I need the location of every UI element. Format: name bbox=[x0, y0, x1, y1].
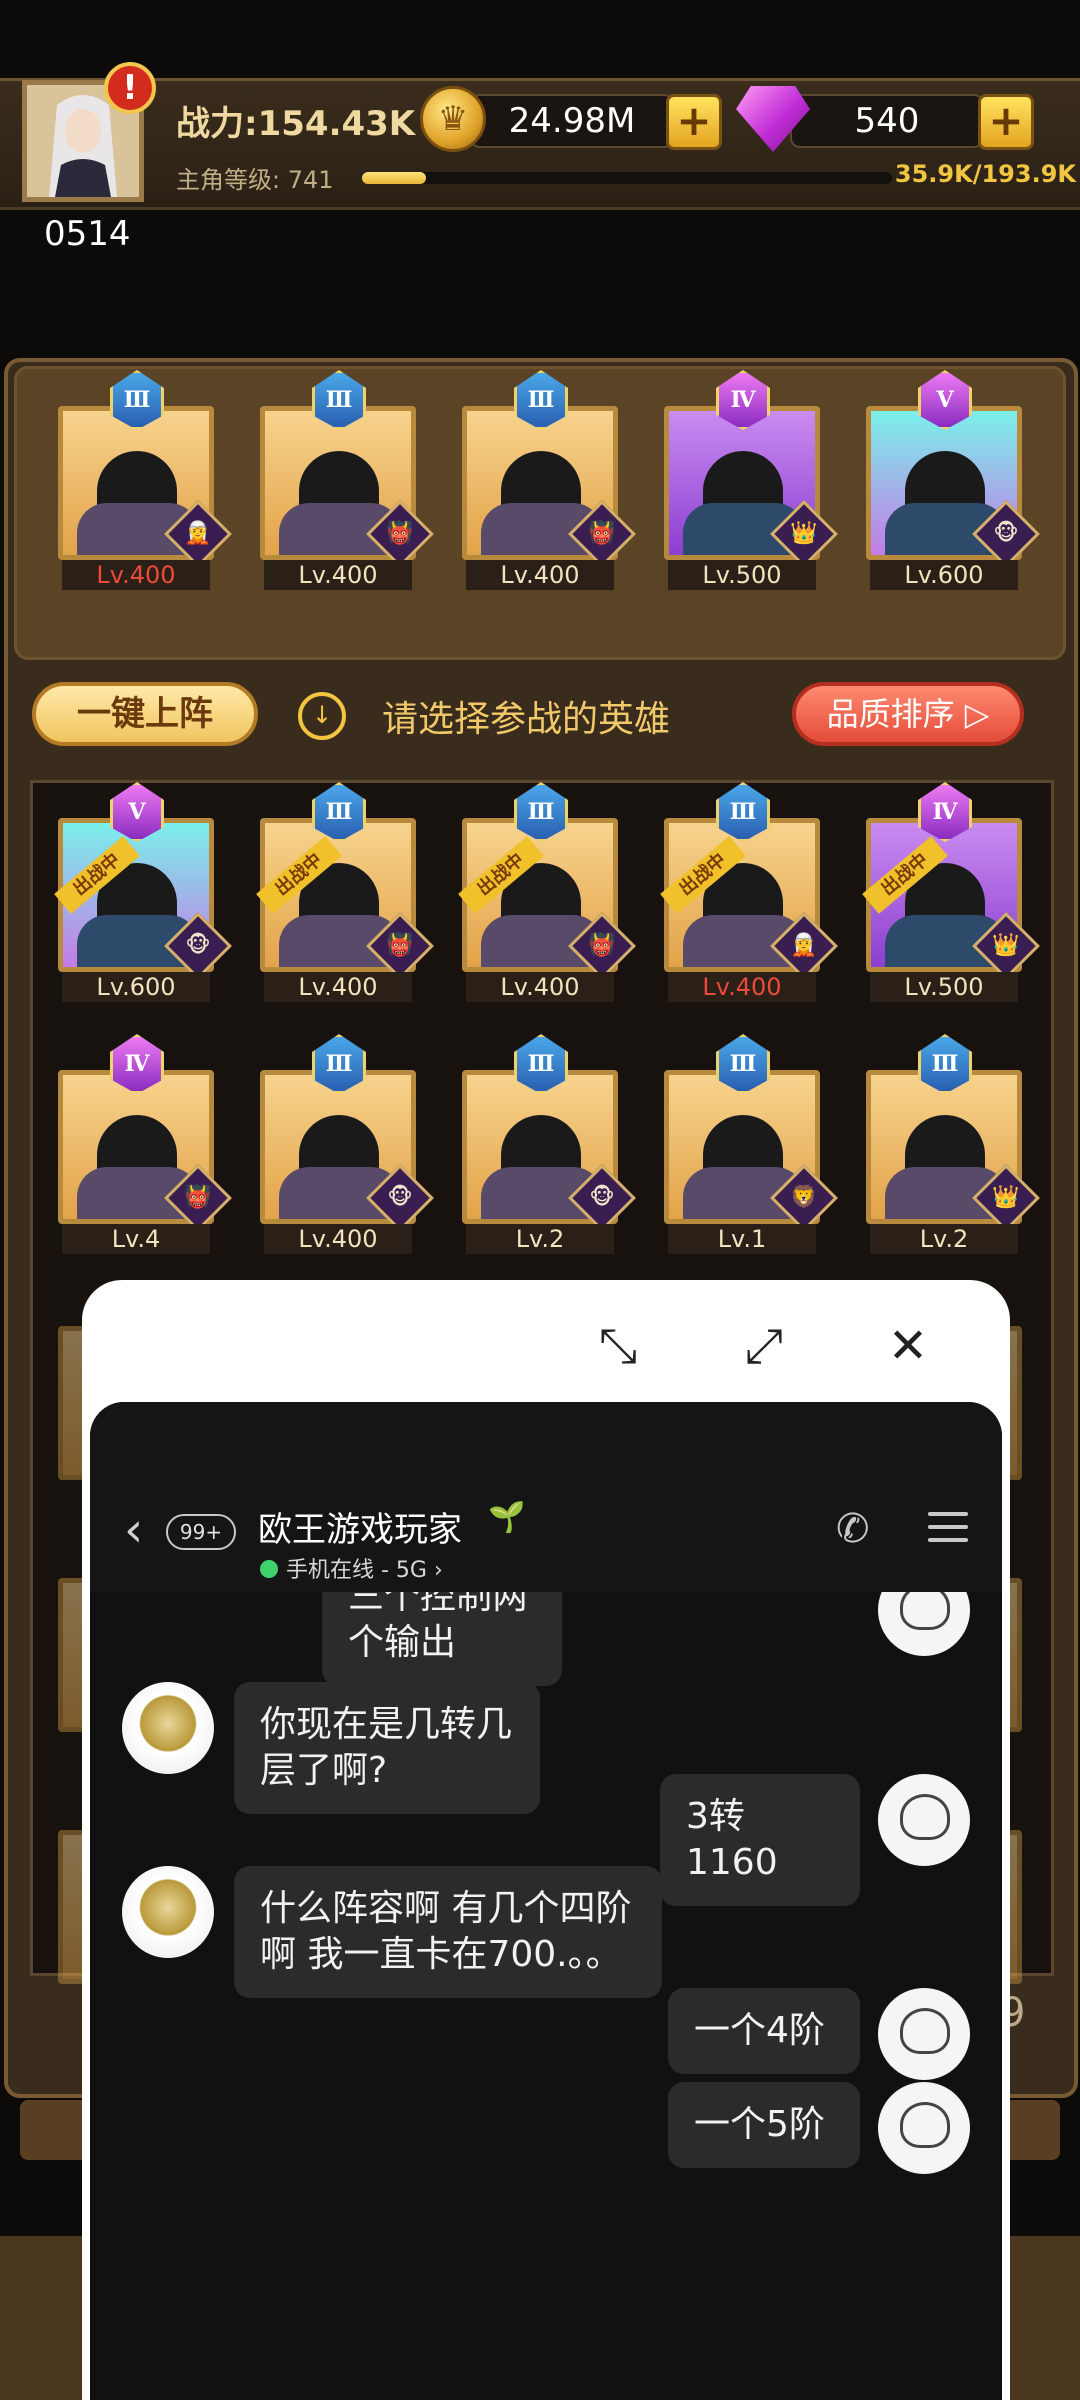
hero-level: Lv.2 bbox=[466, 1224, 614, 1254]
add-gem-button[interactable]: + bbox=[978, 94, 1034, 150]
hero-level: Lv.1 bbox=[668, 1224, 816, 1254]
hero-level: Lv.400 bbox=[668, 972, 816, 1002]
menu-icon[interactable] bbox=[928, 1512, 968, 1551]
hero-level: Lv.400 bbox=[62, 560, 210, 590]
minimize-icon[interactable]: ⤡ bbox=[586, 1314, 650, 1378]
hero-card[interactable]: Ⅲ 👑 Lv.2 bbox=[866, 1034, 1040, 1254]
hero-card[interactable]: Ⅲ 👹 Lv.400 出战中 bbox=[256, 782, 434, 1002]
hero-level: Lv.4 bbox=[62, 1224, 210, 1254]
chat-header: ‹ 99+ 欧王游戏玩家 🌱 手机在线 - 5G › ✆ bbox=[90, 1402, 1002, 1592]
hero-level: Lv.2 bbox=[870, 1224, 1018, 1254]
sprout-icon: 🌱 bbox=[488, 1500, 526, 1535]
expand-icon[interactable]: ⤢ bbox=[732, 1314, 796, 1378]
gem-amount: 540 bbox=[790, 94, 984, 148]
avatar[interactable] bbox=[878, 1592, 970, 1656]
chat-window: ‹ 99+ 欧王游戏玩家 🌱 手机在线 - 5G › ✆ 三个控制两个输出 你现… bbox=[90, 1402, 1002, 2400]
arrow-down-icon: ↓ bbox=[298, 692, 346, 740]
close-icon[interactable]: ✕ bbox=[876, 1314, 940, 1378]
back-icon[interactable]: ‹ bbox=[124, 1502, 143, 1558]
avatar[interactable] bbox=[878, 2082, 970, 2174]
message-bubble: 3转1160 bbox=[660, 1774, 860, 1906]
hero-card[interactable]: Ⅲ 👹 Lv.400 bbox=[260, 370, 434, 590]
message-list[interactable]: 三个控制两个输出 你现在是几转几层了啊? 3转1160 什么阵容啊 有几个四阶啊… bbox=[90, 1592, 1002, 2400]
select-heroes-hint: 请选择参战的英雄 bbox=[382, 699, 671, 740]
hero-card[interactable]: Ⅲ 🦁 Lv.1 bbox=[664, 1034, 838, 1254]
xp-progress-bar bbox=[362, 172, 892, 184]
hero-level: Lv.500 bbox=[668, 560, 816, 590]
avatar[interactable] bbox=[122, 1866, 214, 1958]
avatar[interactable] bbox=[878, 1774, 970, 1866]
auto-deploy-button[interactable]: 一键上阵 bbox=[32, 682, 258, 746]
hero-card[interactable]: Ⅲ 🐵 Lv.2 bbox=[462, 1034, 636, 1254]
gold-amount: 24.98M bbox=[470, 94, 674, 148]
hero-card[interactable]: Ⅳ 👑 Lv.500 出战中 bbox=[862, 782, 1040, 1002]
hero-card[interactable]: Ⅴ 🐵 Lv.600 bbox=[866, 370, 1040, 590]
xp-progress-fill bbox=[362, 172, 426, 184]
contact-name[interactable]: 欧王游戏玩家 bbox=[258, 1502, 462, 1551]
online-status-icon bbox=[260, 1560, 278, 1578]
avatar[interactable] bbox=[878, 1988, 970, 2080]
message-bubble: 什么阵容啊 有几个四阶啊 我一直卡在700.。。 bbox=[234, 1866, 662, 1998]
hero-card[interactable]: Ⅲ 🧝 Lv.400 出战中 bbox=[660, 782, 838, 1002]
avatar[interactable] bbox=[122, 1682, 214, 1774]
contact-status[interactable]: 手机在线 - 5G › bbox=[286, 1552, 443, 1584]
hero-card[interactable]: Ⅲ 👹 Lv.400 出战中 bbox=[458, 782, 636, 1002]
hero-level: Lv.600 bbox=[62, 972, 210, 1002]
xp-progress-text: 35.9K/193.9K bbox=[894, 160, 1076, 188]
gold-coin-icon: ♛ bbox=[420, 86, 486, 152]
message-bubble: 你现在是几转几层了啊? bbox=[234, 1682, 540, 1814]
hero-level-label: 主角等级: 741 bbox=[176, 166, 334, 194]
hero-level: Lv.400 bbox=[264, 1224, 412, 1254]
hero-level: Lv.400 bbox=[466, 560, 614, 590]
add-gold-button[interactable]: + bbox=[666, 94, 722, 150]
alert-icon[interactable]: ! bbox=[104, 62, 156, 114]
hero-card[interactable]: Ⅳ 👹 Lv.4 bbox=[58, 1034, 232, 1254]
hero-card[interactable]: Ⅲ 👹 Lv.400 bbox=[462, 370, 636, 590]
phone-icon[interactable]: ✆ bbox=[836, 1506, 870, 1552]
message-bubble: 三个控制两个输出 bbox=[322, 1592, 562, 1686]
hero-card[interactable]: Ⅲ 🧝 Lv.400 bbox=[58, 370, 232, 590]
quality-sort-button[interactable]: 品质排序 ▷ bbox=[792, 682, 1024, 746]
unread-count-badge[interactable]: 99+ bbox=[166, 1514, 236, 1550]
hero-level: Lv.500 bbox=[870, 972, 1018, 1002]
hero-level: Lv.400 bbox=[264, 972, 412, 1002]
hero-level: Lv.400 bbox=[264, 560, 412, 590]
hero-card[interactable]: Ⅲ 🐵 Lv.400 bbox=[260, 1034, 434, 1254]
hero-card[interactable]: Ⅳ 👑 Lv.500 bbox=[664, 370, 838, 590]
hero-level: Lv.400 bbox=[466, 972, 614, 1002]
hero-level: Lv.600 bbox=[870, 560, 1018, 590]
bottom-left-button[interactable] bbox=[0, 2236, 90, 2400]
message-bubble: 一个5阶 bbox=[668, 2082, 860, 2168]
combat-power: 战力:154.43K bbox=[176, 104, 416, 144]
hero-card[interactable]: Ⅴ 🐵 Lv.600 出战中 bbox=[54, 782, 232, 1002]
message-bubble: 一个4阶 bbox=[668, 1988, 860, 2074]
player-id: 0514 bbox=[44, 214, 131, 254]
